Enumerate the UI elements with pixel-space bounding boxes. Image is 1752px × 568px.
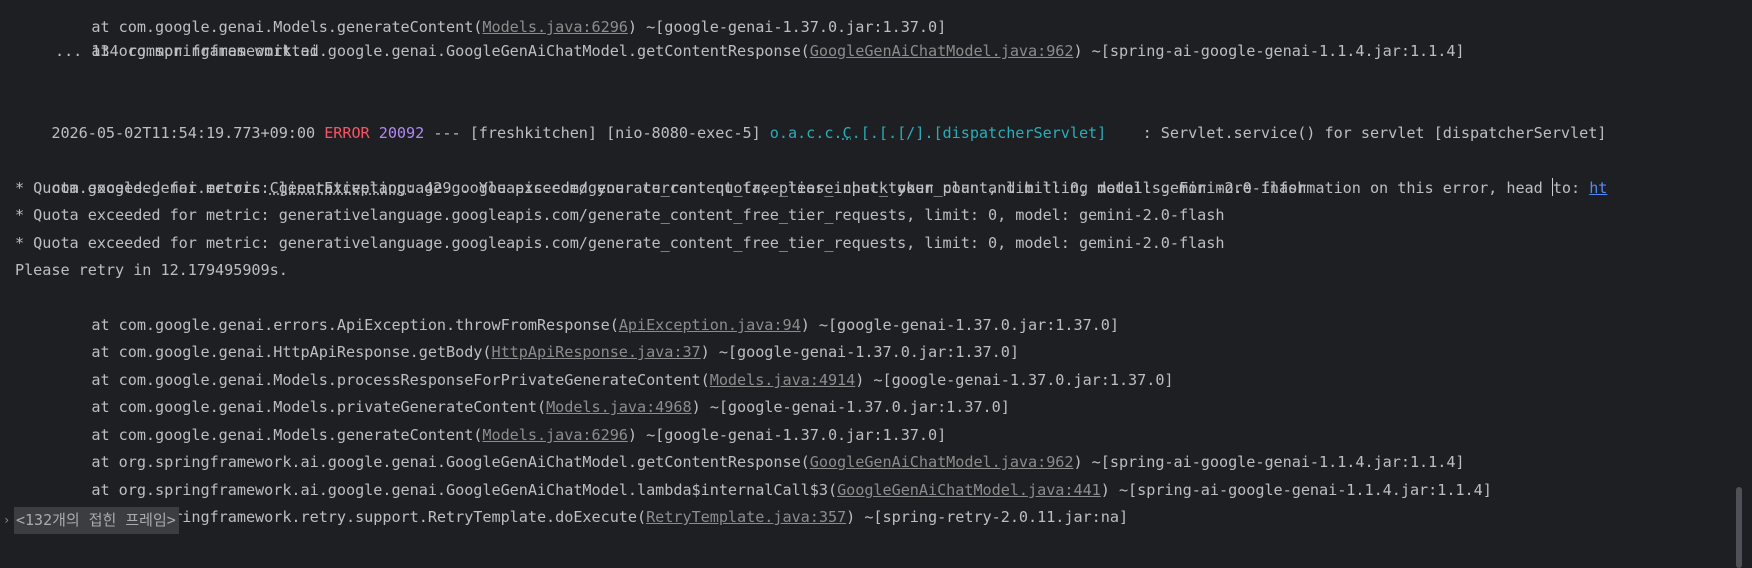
stack-frame-line: at com.google.genai.Models.generateConte…: [55, 395, 946, 444]
stack-frame-line: at org.springframework.ai.google.genai.G…: [55, 11, 1464, 60]
chevron-right-icon[interactable]: ›: [3, 507, 10, 534]
log-timestamp: 2026-05-02T11:54:19.773+09:00: [51, 124, 316, 142]
log-line: 2026-05-02T11:54:19.773+09:00 ERROR 2009…: [15, 93, 1606, 142]
omitted-frames-line: ... 134 common frames omitted: [55, 42, 319, 60]
log-thread: [nio-8080-exec-5]: [606, 124, 761, 142]
retry-line: Please retry in 12.179495909s.: [15, 261, 288, 279]
stack-frame-line: at com.google.genai.errors.ApiException.…: [55, 285, 1119, 334]
quota-line: * Quota exceeded for metric: generativel…: [15, 206, 1225, 224]
log-separator: ---: [433, 124, 461, 142]
exception-message-tail: to:: [1552, 179, 1590, 197]
folded-frames-toggle[interactable]: <132개의 접힌 프레임>: [14, 507, 179, 534]
console-output[interactable]: at com.google.genai.Models.generateConte…: [0, 0, 1724, 568]
frame-suffix: ) ~[spring-retry-2.0.11.jar:na]: [846, 508, 1129, 526]
stack-frame-line: at com.google.genai.Models.processRespon…: [55, 340, 1173, 389]
frame-suffix: ) ~[spring-ai-google-genai-1.1.4.jar:1.1…: [1100, 481, 1492, 499]
exception-line: com.google.genai.errors.ClientException:…: [15, 148, 1607, 197]
frame-suffix: ) ~[spring-ai-google-genai-1.1.4.jar:1.1…: [1073, 42, 1465, 60]
stack-frame-line: at com.google.genai.HttpApiResponse.getB…: [55, 312, 1019, 361]
log-level: ERROR: [324, 124, 370, 142]
log-message: : Servlet.service() for servlet [dispatc…: [1142, 124, 1607, 142]
stack-frame-line: at org.springframework.retry.support.Ret…: [55, 477, 1128, 526]
logger-prefix: o.a.c.c.: [769, 124, 843, 142]
log-app: [freshkitchen]: [469, 124, 597, 142]
log-logger[interactable]: o.a.c.c.C.[.[.[/].[dispatcherServlet]: [769, 124, 1107, 142]
stack-frame-line: at com.google.genai.Models.privateGenera…: [55, 367, 1010, 416]
quota-line: * Quota exceeded for metric: generativel…: [15, 179, 1307, 197]
log-pid: 20092: [378, 124, 425, 142]
vertical-scrollbar[interactable]: [1736, 487, 1742, 568]
source-link[interactable]: RetryTemplate.java:357: [646, 508, 846, 526]
stack-frame-line: at org.springframework.ai.google.genai.G…: [55, 450, 1491, 499]
exception-url-link[interactable]: ht: [1589, 179, 1607, 197]
logger-class-abbrev: C: [842, 124, 852, 142]
quota-line: * Quota exceeded for metric: generativel…: [15, 234, 1225, 252]
source-link[interactable]: GoogleGenAiChatModel.java:962: [810, 42, 1074, 60]
logger-suffix: .[.[.[/].[dispatcherServlet]: [851, 124, 1107, 142]
stack-frame-line: at org.springframework.ai.google.genai.G…: [55, 422, 1464, 471]
